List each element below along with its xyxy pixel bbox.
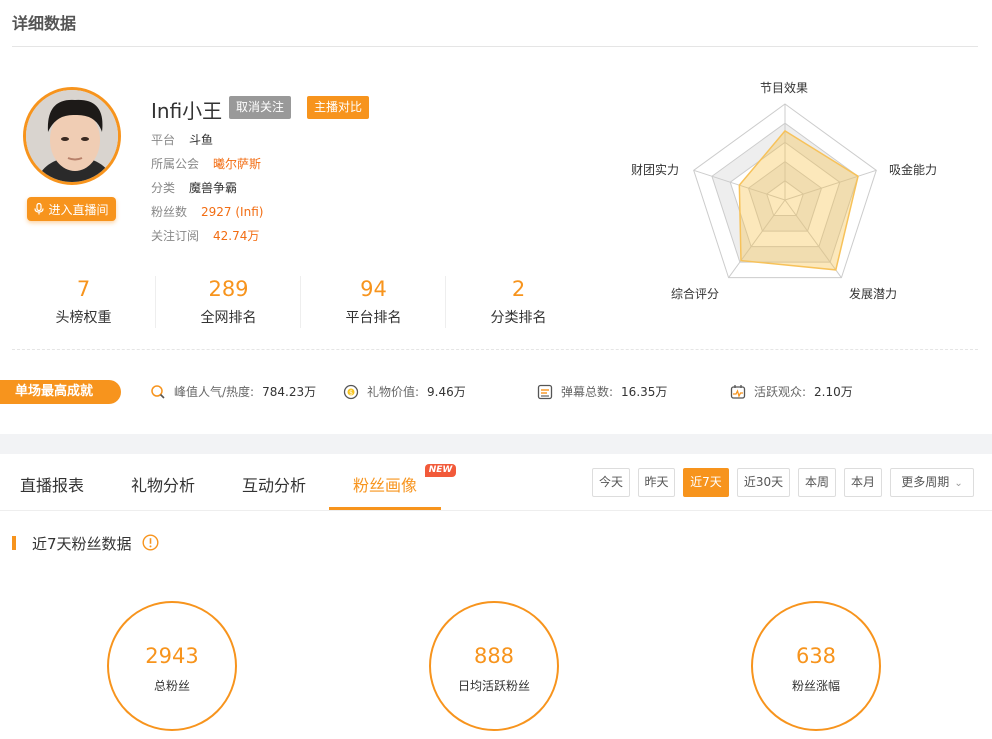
info-label: 所属公会 bbox=[151, 157, 200, 171]
streamer-name: Infi小王 bbox=[151, 99, 223, 123]
tab-live-report[interactable]: 直播报表 bbox=[20, 472, 84, 496]
radar-axis bbox=[784, 199, 842, 278]
stat-label: 活跃观众: bbox=[754, 385, 807, 399]
rank-item: 94 平台排名 bbox=[301, 276, 446, 327]
divider bbox=[12, 349, 978, 350]
info-row-subscriptions: 关注订阅 42.74万 bbox=[151, 227, 259, 244]
avatar[interactable] bbox=[23, 87, 121, 185]
microphone-icon bbox=[34, 203, 45, 215]
enter-live-room-label: 进入直播间 bbox=[48, 202, 109, 217]
fans-section-title: 近7天粉丝数据 bbox=[32, 535, 132, 553]
peak-popularity-icon bbox=[151, 384, 165, 399]
stat-active-viewers: 活跃观众: 2.10万 bbox=[730, 383, 853, 400]
metric-value: 638 bbox=[795, 644, 837, 668]
guild-link[interactable]: 曦尔萨斯 bbox=[213, 157, 261, 171]
section-separator bbox=[0, 434, 992, 454]
stat-value: 9.46万 bbox=[427, 385, 466, 399]
radar-data-area bbox=[738, 129, 859, 271]
tab-interaction-analysis[interactable]: 互动分析 bbox=[242, 472, 306, 496]
stat-danmaku: 弹幕总数: 16.35万 bbox=[537, 383, 667, 400]
section-accent-bar bbox=[12, 536, 16, 550]
period-30days-button[interactable]: 近30天 bbox=[737, 468, 790, 497]
info-value: 斗鱼 bbox=[189, 133, 214, 147]
stat-value: 2.10万 bbox=[814, 385, 853, 399]
divider bbox=[0, 510, 992, 511]
stat-value: 16.35万 bbox=[621, 385, 668, 399]
info-value: 魔兽争霸 bbox=[189, 181, 238, 195]
tab-fan-profile[interactable]: 粉丝画像 bbox=[353, 472, 417, 496]
stat-label: 弹幕总数: bbox=[561, 385, 614, 399]
info-icon[interactable] bbox=[142, 534, 159, 551]
period-today-button[interactable]: 今天 bbox=[592, 468, 630, 497]
rank-label: 头榜权重 bbox=[55, 310, 112, 326]
section-title: 详细数据 bbox=[12, 14, 77, 33]
radar-label-syndicate: 财团实力 bbox=[631, 163, 680, 177]
info-label: 平台 bbox=[151, 133, 176, 147]
stat-value: 784.23万 bbox=[262, 385, 317, 399]
metric-fan-growth: 638 粉丝涨幅 bbox=[751, 601, 881, 731]
rank-label: 全网排名 bbox=[200, 310, 257, 326]
chevron-down-icon: ⌄ bbox=[954, 478, 963, 489]
period-more-dropdown[interactable]: 更多周期 ⌄ bbox=[890, 468, 974, 497]
metric-daily-active-fans: 888 日均活跃粉丝 bbox=[429, 601, 559, 731]
radar-label-potential: 发展潜力 bbox=[849, 287, 898, 301]
svg-text:$: $ bbox=[349, 389, 353, 396]
info-row-category: 分类 魔兽争霸 bbox=[151, 179, 237, 196]
radar-label-show-effect: 节目效果 bbox=[760, 81, 809, 95]
rank-label: 平台排名 bbox=[345, 310, 402, 326]
rank-value: 94 bbox=[360, 277, 387, 301]
metric-label: 日均活跃粉丝 bbox=[457, 679, 530, 693]
info-row-guild: 所属公会 曦尔萨斯 bbox=[151, 155, 261, 172]
radar-grid-ring bbox=[747, 160, 823, 232]
radar-label-overall: 综合评分 bbox=[671, 287, 720, 301]
divider bbox=[12, 46, 978, 47]
enter-live-room-button[interactable]: 进入直播间 bbox=[27, 197, 116, 221]
period-this-week-button[interactable]: 本周 bbox=[798, 468, 836, 497]
rank-value: 7 bbox=[76, 277, 91, 301]
metric-value: 2943 bbox=[145, 644, 199, 668]
metric-label: 总粉丝 bbox=[153, 679, 190, 693]
radar-grid-ring bbox=[711, 122, 859, 263]
stat-gift-value: $ 礼物价值: 9.46万 bbox=[343, 383, 466, 400]
rank-value: 2 bbox=[511, 277, 526, 301]
metric-value: 888 bbox=[473, 644, 515, 668]
period-yesterday-button[interactable]: 昨天 bbox=[638, 468, 675, 497]
rank-item: 289 全网排名 bbox=[156, 276, 301, 327]
best-achievement-badge: 单场最高成就 bbox=[0, 380, 121, 404]
tab-gift-analysis[interactable]: 礼物分析 bbox=[131, 472, 195, 496]
stat-label: 礼物价值: bbox=[367, 385, 420, 399]
period-this-month-button[interactable]: 本月 bbox=[844, 468, 882, 497]
avatar-image bbox=[26, 90, 118, 182]
radar-axis bbox=[693, 169, 786, 201]
radar-grid-ring bbox=[693, 103, 877, 279]
period-more-label: 更多周期 bbox=[901, 475, 950, 489]
stat-label: 峰值人气/热度: bbox=[174, 385, 255, 399]
danmaku-icon bbox=[537, 384, 553, 399]
rank-value: 289 bbox=[208, 277, 249, 301]
active-viewers-icon bbox=[730, 384, 746, 399]
new-badge: NEW bbox=[425, 464, 456, 477]
stat-peak-popularity: 峰值人气/热度: 784.23万 bbox=[150, 383, 316, 400]
rank-item: 7 头榜权重 bbox=[11, 276, 156, 327]
info-value: 42.74万 bbox=[213, 229, 260, 243]
info-value: 2927 (Infi) bbox=[201, 205, 264, 219]
rank-label: 分类排名 bbox=[490, 310, 547, 326]
radar-label-earning: 吸金能力 bbox=[889, 163, 938, 177]
compare-streamer-button[interactable]: 主播对比 bbox=[307, 96, 370, 119]
radar-axis bbox=[728, 199, 786, 278]
gift-value-icon: $ bbox=[343, 384, 359, 399]
radar-grid-ring bbox=[729, 141, 841, 248]
metric-total-fans: 2943 总粉丝 bbox=[107, 601, 237, 731]
period-7days-button[interactable]: 近7天 bbox=[683, 468, 729, 497]
info-label: 粉丝数 bbox=[151, 205, 188, 219]
info-row-platform: 平台 斗鱼 bbox=[151, 131, 213, 148]
radar-axis bbox=[784, 169, 877, 201]
unfollow-button[interactable]: 取消关注 bbox=[229, 96, 292, 119]
info-label: 分类 bbox=[151, 181, 176, 195]
info-label: 关注订阅 bbox=[151, 229, 200, 243]
info-row-fans: 粉丝数 2927 (Infi) bbox=[151, 203, 263, 220]
radar-grid-ring bbox=[766, 180, 804, 217]
metric-label: 粉丝涨幅 bbox=[791, 679, 840, 693]
rank-item: 2 分类排名 bbox=[446, 276, 591, 327]
